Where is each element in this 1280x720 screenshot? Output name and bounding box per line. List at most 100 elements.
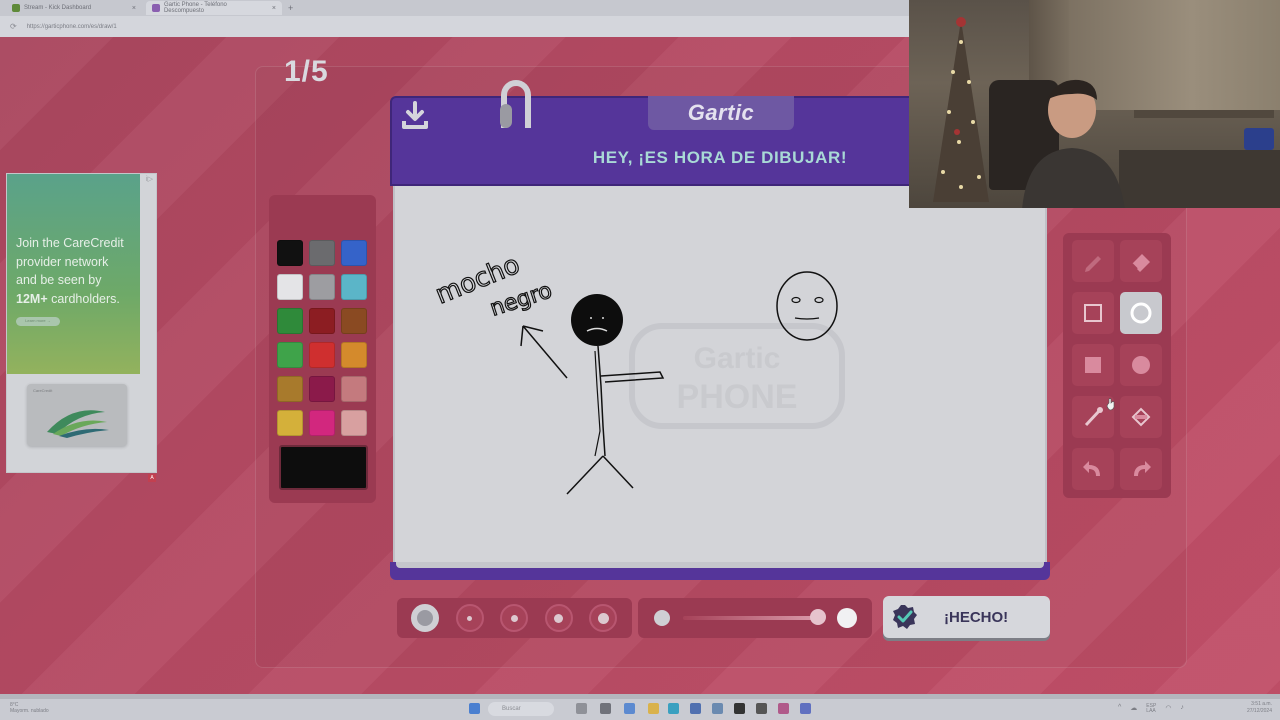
- streamer-person: [1022, 79, 1125, 208]
- ad-learn-more-button[interactable]: Learn more →: [16, 317, 60, 326]
- brush-dot-icon: [510, 614, 518, 622]
- ad-card-image: CareCredit: [27, 384, 127, 446]
- ad-banner[interactable]: Join the CareCredit provider network and…: [6, 173, 157, 473]
- streamer-webcam: [909, 0, 1280, 208]
- clock[interactable]: 3:51 a.m. 27/12/2024: [1247, 701, 1272, 715]
- color-swatch[interactable]: [277, 240, 303, 266]
- current-color-swatch: [279, 445, 368, 490]
- color-swatch[interactable]: [309, 376, 335, 402]
- eraser-tool[interactable]: [1120, 240, 1162, 282]
- lang-indicator[interactable]: ESP LAA: [1146, 704, 1156, 714]
- cloud-icon[interactable]: ☁: [1130, 704, 1137, 714]
- line-icon: [1084, 407, 1103, 427]
- brush-size-button[interactable]: [589, 604, 617, 632]
- pencil-icon: [1085, 256, 1101, 272]
- color-swatch[interactable]: [277, 274, 303, 300]
- pencil-tool[interactable]: [1072, 240, 1114, 282]
- brush-size-button[interactable]: [455, 604, 484, 632]
- tiktok-icon[interactable]: [734, 703, 745, 714]
- ellipse-fill-icon: [1132, 356, 1150, 374]
- board-footer: [390, 562, 1050, 580]
- opacity-slider-thumb[interactable]: [810, 609, 826, 625]
- ad-highlight: 12M+: [16, 291, 48, 306]
- color-swatch[interactable]: [309, 410, 335, 436]
- widgets-icon[interactable]: [600, 703, 611, 714]
- edge-icon[interactable]: [668, 703, 679, 714]
- carecredit-logo-icon: [47, 410, 109, 438]
- color-swatch[interactable]: [277, 410, 303, 436]
- chrome-icon[interactable]: [624, 703, 635, 714]
- ad-text-line: and be seen by: [16, 273, 102, 287]
- color-swatch[interactable]: [341, 274, 367, 300]
- color-swatch[interactable]: [309, 308, 335, 334]
- windows-taskbar: 8°C Mayorm. nublado Buscar ^ ☁ ESP LAA ◠ …: [0, 699, 1280, 720]
- ellipse-fill-tool[interactable]: [1120, 344, 1162, 386]
- ad-close-icon[interactable]: A: [148, 474, 156, 482]
- taskview-icon[interactable]: [576, 703, 587, 714]
- bucket-tool[interactable]: [1120, 396, 1162, 438]
- ad-text-line: Join the CareCredit: [16, 236, 124, 250]
- color-swatch[interactable]: [341, 240, 367, 266]
- color-swatch[interactable]: [341, 308, 367, 334]
- mouse-cursor-icon: [1106, 398, 1115, 411]
- redo-icon: [1134, 461, 1151, 476]
- download-icon[interactable]: [401, 100, 429, 130]
- url-field[interactable]: https://garticphone.com/es/draw/1: [27, 24, 117, 30]
- color-swatch[interactable]: [277, 376, 303, 402]
- brush-size-button[interactable]: [544, 604, 573, 632]
- weather-widget[interactable]: 8°C Mayorm. nublado: [10, 702, 49, 714]
- color-swatch[interactable]: [341, 410, 367, 436]
- color-swatch[interactable]: [309, 274, 335, 300]
- redo-tool[interactable]: [1120, 448, 1162, 490]
- new-tab-button[interactable]: +: [288, 3, 293, 13]
- christmas-tree-icon: [933, 17, 989, 202]
- discord-icon[interactable]: [800, 703, 811, 714]
- ellipse-outline-icon: [1130, 302, 1152, 324]
- tab-label: Stream - Kick Dashboard: [24, 5, 92, 11]
- files-icon[interactable]: [648, 703, 659, 714]
- tab-gartic-phone[interactable]: Gartic Phone - Teléfono Descompuesto ×: [146, 1, 282, 15]
- gartic-logo: Gartic: [648, 96, 794, 130]
- obs-icon[interactable]: [756, 703, 767, 714]
- instagram-icon[interactable]: [778, 703, 789, 714]
- gartic-icon: [152, 4, 160, 12]
- opacity-slider-track[interactable]: [683, 616, 818, 620]
- eraser-icon: [1131, 254, 1150, 272]
- ad-info-icon[interactable]: i▷: [146, 175, 153, 183]
- opacity-min-icon: [654, 610, 670, 626]
- rectangle-outline-tool[interactable]: [1072, 292, 1114, 334]
- rectangle-fill-icon: [1085, 357, 1101, 373]
- reload-icon[interactable]: ⟳: [10, 22, 17, 31]
- brush-size-button[interactable]: [411, 604, 439, 632]
- brush-dot-icon: [417, 610, 433, 626]
- ellipse-outline-tool[interactable]: [1120, 292, 1162, 334]
- store-icon[interactable]: [690, 703, 701, 714]
- brush-size-button[interactable]: [500, 604, 528, 632]
- app-icon[interactable]: [712, 703, 723, 714]
- color-swatch[interactable]: [309, 240, 335, 266]
- ad-text-line: 12M+ cardholders.: [16, 291, 120, 306]
- close-tab-icon[interactable]: ×: [132, 5, 136, 12]
- done-button[interactable]: ¡HECHO!: [883, 596, 1050, 638]
- rectangle-fill-tool[interactable]: [1072, 344, 1114, 386]
- close-tab-icon[interactable]: ×: [272, 5, 276, 12]
- brush-dot-icon: [597, 612, 609, 624]
- color-swatch[interactable]: [277, 342, 303, 368]
- checkmark-icon: [893, 605, 917, 629]
- color-swatch[interactable]: [277, 308, 303, 334]
- drawing-canvas[interactable]: Gartic PHONE mocho negro: [393, 186, 1047, 562]
- volume-icon[interactable]: ♪: [1180, 704, 1184, 714]
- color-swatch[interactable]: [341, 342, 367, 368]
- wifi-icon[interactable]: ◠: [1165, 704, 1171, 714]
- undo-tool[interactable]: [1072, 448, 1114, 490]
- brush-dot-icon: [554, 613, 563, 623]
- color-swatch[interactable]: [341, 376, 367, 402]
- windows-start-icon[interactable]: [469, 703, 480, 714]
- kick-icon: [12, 4, 20, 12]
- chevron-up-icon[interactable]: ^: [1118, 704, 1121, 714]
- ad-content[interactable]: Join the CareCredit provider network and…: [7, 174, 140, 374]
- player-drawing: mocho negro: [431, 249, 838, 495]
- taskbar-search[interactable]: Buscar: [488, 702, 554, 716]
- color-swatch[interactable]: [309, 342, 335, 368]
- tab-kick-dashboard[interactable]: Stream - Kick Dashboard ×: [6, 1, 142, 15]
